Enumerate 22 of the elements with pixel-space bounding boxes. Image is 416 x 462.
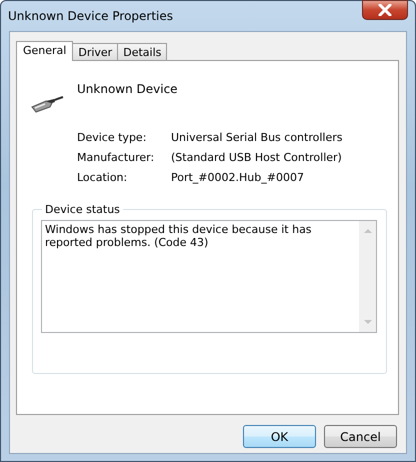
scroll-up-icon[interactable]	[364, 228, 372, 233]
dialog-button[interactable]: OK	[243, 425, 316, 448]
scroll-down-icon[interactable]	[364, 320, 372, 325]
window-title: Unknown Device Properties	[8, 9, 174, 23]
close-button[interactable]	[362, 0, 408, 20]
tab[interactable]: Details	[117, 43, 168, 60]
scroll-bar[interactable]	[359, 221, 376, 332]
device-name: Unknown Device	[77, 82, 178, 96]
property-value: (Standard USB Host Controller)	[171, 151, 342, 164]
status-text-box[interactable]: Windows has stopped this device because it has reported problems. (Code 43)	[41, 220, 377, 333]
tab[interactable]: General	[16, 41, 74, 61]
dialog-button[interactable]: Cancel	[324, 425, 397, 448]
usb-plug-icon	[30, 93, 64, 115]
tab[interactable]: Driver	[72, 43, 118, 60]
property-label: Device type:	[77, 131, 148, 144]
property-value: Universal Serial Bus controllers	[171, 131, 342, 144]
close-icon	[378, 4, 392, 16]
property-label: Location:	[77, 171, 128, 184]
property-label: Manufacturer:	[77, 151, 156, 164]
status-message: Windows has stopped this device because it has reported problems. (Code 43)	[44, 222, 313, 251]
property-value: Port_#0002.Hub_#0007	[171, 171, 304, 184]
group-title: Device status	[44, 203, 121, 216]
